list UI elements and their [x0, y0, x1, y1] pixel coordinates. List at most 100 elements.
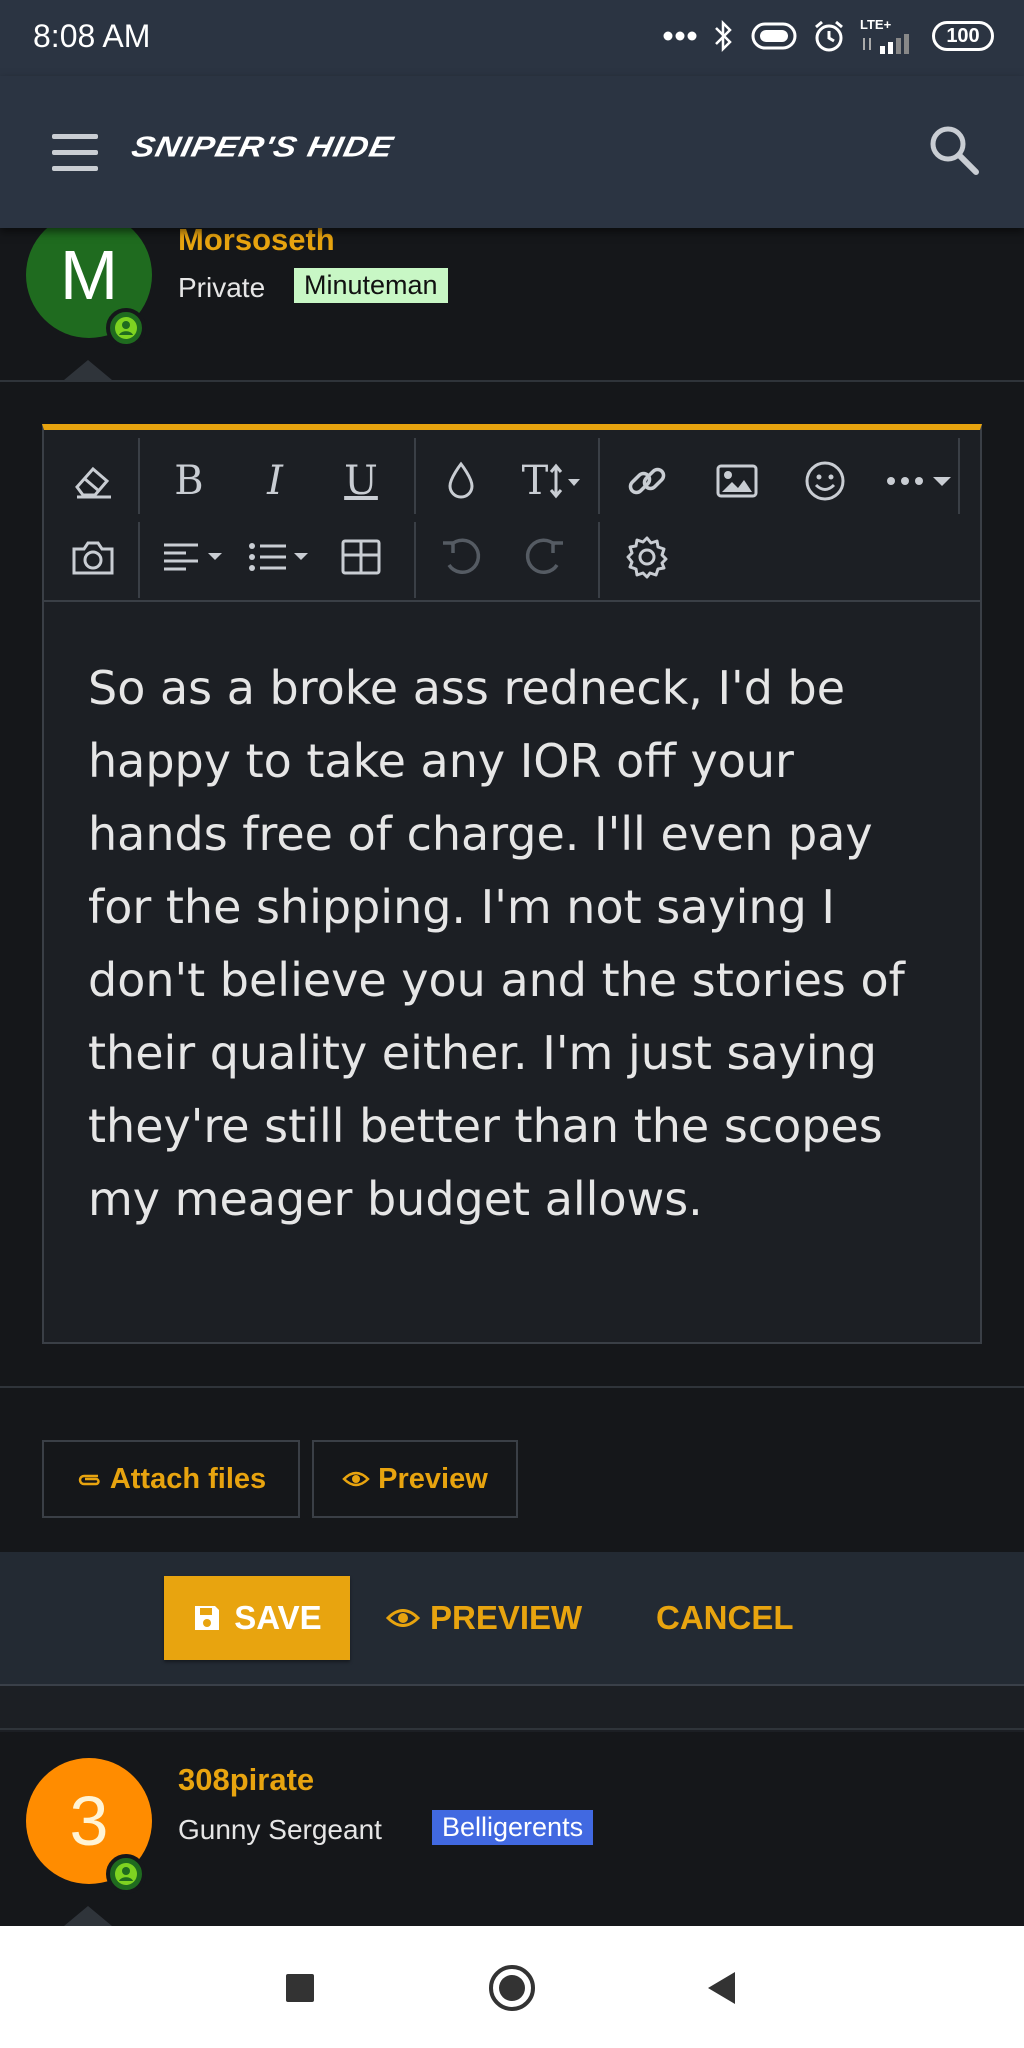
- preview-toggle-button[interactable]: Preview: [312, 1440, 518, 1518]
- clear-format-button[interactable]: [58, 446, 128, 516]
- hamburger-icon-bar: [52, 134, 98, 139]
- post-author-row: M Morsoseth Private Minuteman: [0, 212, 1024, 382]
- text-size-button[interactable]: T: [510, 446, 594, 516]
- attachment-row: Attach files Preview: [0, 1386, 1024, 1554]
- color-drop-icon: [448, 461, 474, 499]
- signal-group: LTE+: [860, 18, 918, 54]
- search-button[interactable]: [926, 122, 982, 178]
- toolbar-separator: [414, 438, 416, 514]
- attach-files-label: Attach files: [109, 1462, 267, 1495]
- align-button[interactable]: [154, 522, 236, 592]
- image-icon: [716, 464, 758, 498]
- hamburger-icon-bar: [52, 150, 98, 155]
- more-icon: [887, 477, 951, 486]
- post-username[interactable]: 308pirate: [178, 1762, 314, 1798]
- list-icon: [249, 543, 308, 571]
- cancel-button[interactable]: CANCEL: [656, 1576, 794, 1660]
- toolbar-separator: [598, 522, 600, 598]
- search-icon: [930, 126, 979, 175]
- gear-icon: [626, 536, 668, 579]
- square-icon: [286, 1974, 314, 2002]
- post-pointer: [64, 1906, 112, 1926]
- hamburger-icon-bar: [52, 166, 98, 171]
- floppy-disk-icon: [195, 1606, 220, 1630]
- underline-button[interactable]: U: [326, 446, 396, 516]
- text-size-icon: [550, 463, 581, 499]
- preview-label: Preview: [378, 1462, 488, 1495]
- eraser-icon: [75, 466, 111, 499]
- preview-button[interactable]: PREVIEW: [386, 1576, 582, 1660]
- user-icon: [115, 1863, 137, 1885]
- smiley-icon: [805, 461, 845, 501]
- user-icon: [115, 317, 137, 339]
- italic-button[interactable]: I: [240, 446, 310, 516]
- save-label: SAVE: [234, 1599, 322, 1636]
- toolbar-separator: [958, 438, 960, 514]
- toolbar-separator: [138, 522, 140, 598]
- camera-button[interactable]: [58, 522, 128, 592]
- camera-icon: [72, 541, 114, 575]
- preview-action-label: PREVIEW: [430, 1599, 583, 1636]
- network-type: LTE+: [860, 17, 892, 32]
- home-button[interactable]: [480, 1956, 544, 2020]
- status-bar: 8:08 AM LTE+ 100: [0, 0, 1024, 76]
- back-button[interactable]: [690, 1956, 754, 2020]
- battery-indicator: 100: [932, 21, 994, 51]
- online-status-icon: [106, 1854, 146, 1894]
- next-post-header: 3 308pirate Gunny Sergeant Belligerents: [0, 1732, 1024, 1926]
- recent-apps-button[interactable]: [268, 1956, 332, 2020]
- bold-button[interactable]: B: [154, 446, 224, 516]
- bluetooth-icon: [715, 19, 732, 53]
- home-circle-icon: [489, 1965, 535, 2011]
- undo-button[interactable]: [426, 522, 496, 592]
- more-dots-icon: [663, 31, 697, 41]
- eye-icon: [386, 1609, 420, 1627]
- align-icon: [164, 543, 222, 571]
- toolbar-separator: [414, 522, 416, 598]
- edit-panel: B I U T So as a broke ass redneck, I'd b…: [0, 382, 1024, 1552]
- settings-button[interactable]: [612, 522, 682, 592]
- post-pointer: [64, 360, 112, 380]
- site-logo[interactable]: SNIPER'S HIDE: [128, 131, 397, 164]
- toolbar-separator: [598, 438, 600, 514]
- save-button[interactable]: SAVE: [164, 1576, 350, 1660]
- user-rank: Gunny Sergeant: [178, 1814, 382, 1845]
- online-status-icon: [106, 308, 146, 348]
- cancel-label: CANCEL: [656, 1599, 794, 1636]
- link-icon: [628, 467, 666, 495]
- message-textarea[interactable]: So as a broke ass redneck, I'd be happy …: [88, 652, 948, 1236]
- insert-image-button[interactable]: [702, 446, 772, 516]
- italic-label: I: [267, 458, 283, 504]
- undo-icon: [443, 538, 481, 574]
- app-header: SNIPER'S HIDE: [0, 76, 1024, 228]
- text-size-label: T: [521, 458, 549, 504]
- link-button[interactable]: [612, 446, 682, 516]
- attach-files-button[interactable]: Attach files: [42, 1440, 300, 1518]
- menu-button[interactable]: [48, 128, 108, 178]
- status-time: 8:08 AM: [33, 18, 151, 54]
- table-icon: [341, 539, 381, 575]
- user-badge: Belligerents: [432, 1810, 594, 1845]
- text-color-button[interactable]: [426, 446, 496, 516]
- bold-label: B: [174, 458, 204, 504]
- table-button[interactable]: [326, 522, 396, 592]
- form-action-bar: SAVE PREVIEW CANCEL: [0, 1552, 1024, 1686]
- redo-icon: [525, 538, 563, 574]
- more-options-button[interactable]: [876, 446, 966, 516]
- underline-label: U: [344, 458, 378, 504]
- vibrate-icon: [751, 22, 797, 50]
- smilies-button[interactable]: [790, 446, 860, 516]
- app-root: 8:08 AM LTE+ 100 SNIPER'S HIDE M Morsose…: [0, 0, 1024, 2048]
- redo-button[interactable]: [510, 522, 580, 592]
- user-rank: Private: [178, 272, 266, 303]
- system-navigation-bar: [0, 1926, 1024, 2048]
- editor-toolbar: B I U T: [44, 430, 980, 602]
- paperclip-icon: [78, 1474, 100, 1486]
- back-triangle-icon: [708, 1972, 735, 2004]
- status-icons: LTE+ 100: [662, 14, 994, 58]
- eye-icon: [342, 1471, 370, 1487]
- toolbar-separator: [138, 438, 140, 514]
- signal-icon: [863, 34, 909, 54]
- list-button[interactable]: [240, 522, 322, 592]
- user-badge: Minuteman: [294, 268, 448, 303]
